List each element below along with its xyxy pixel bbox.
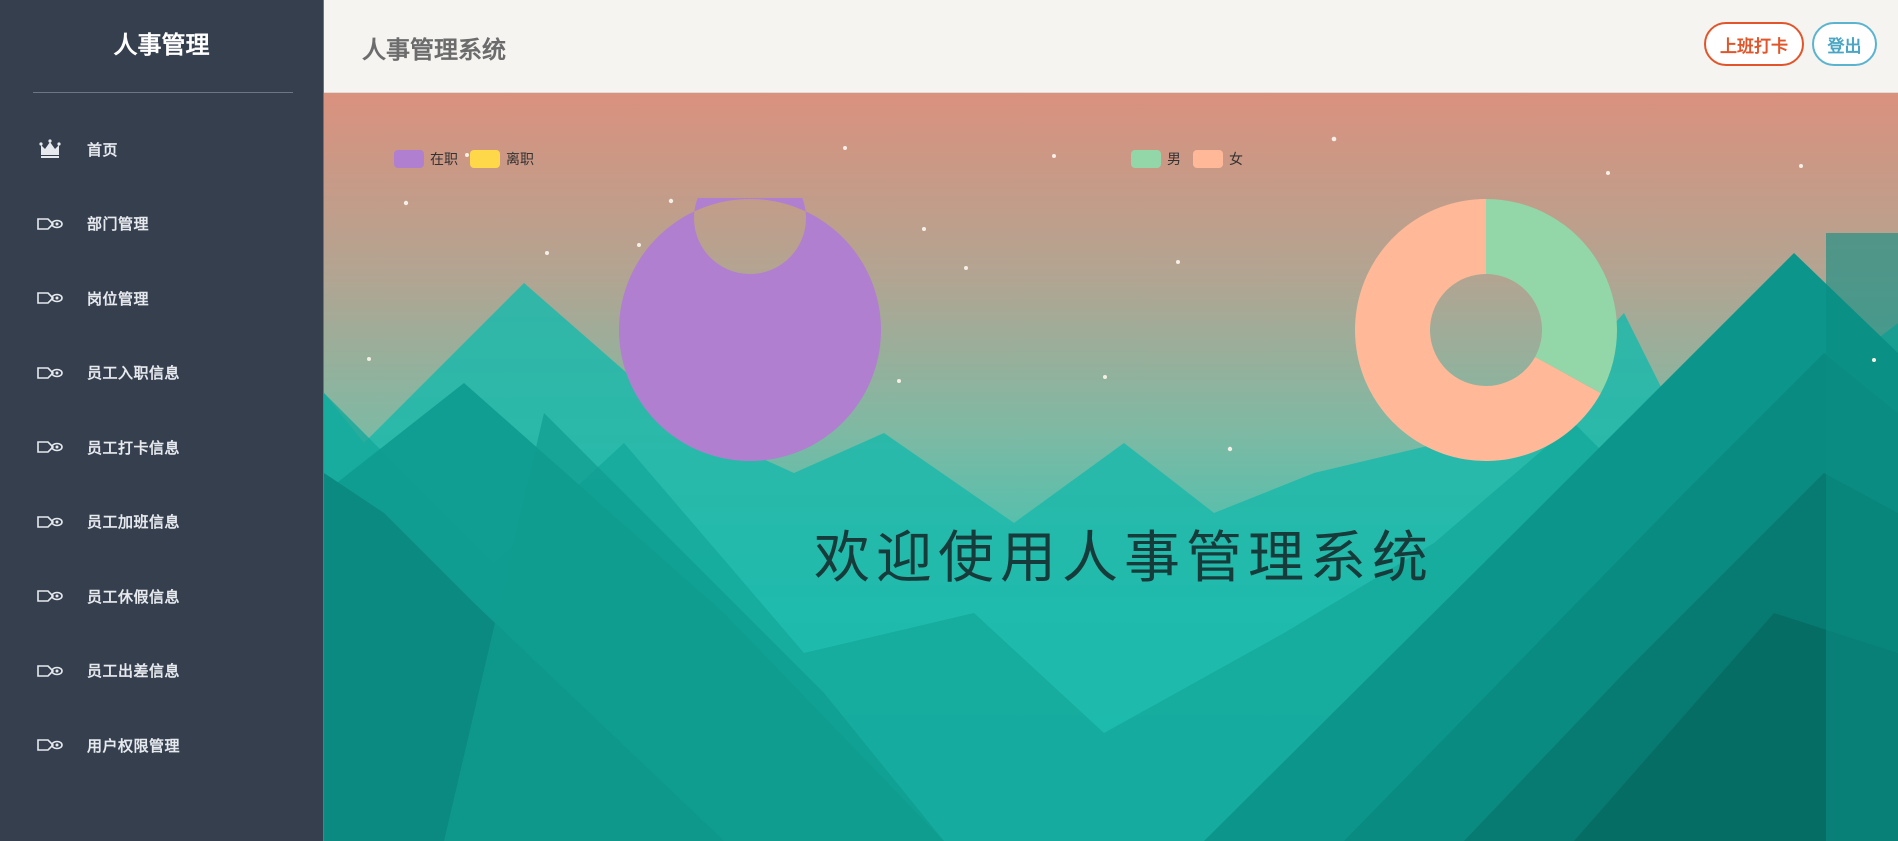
sidebar-item-position[interactable]: 岗位管理 <box>0 261 323 336</box>
chart-2-legend: 男 女 <box>1131 149 1255 169</box>
main-content: 在职 离职 男 女 欢迎使用人事管理系统 <box>324 93 1898 841</box>
top-header: 人事管理系统 上班打卡 登出 <box>324 0 1898 93</box>
sidebar-item-label: 员工加班信息 <box>87 514 181 532</box>
legend-swatch <box>394 150 424 168</box>
legend-item-female[interactable]: 女 <box>1193 149 1243 169</box>
legend-label: 女 <box>1229 151 1243 167</box>
sidebar-item-label: 员工入职信息 <box>87 365 181 383</box>
arrow-eye-icon <box>35 588 65 604</box>
sidebar-item-label: 首页 <box>87 141 119 159</box>
sidebar-item-onboarding[interactable]: 员工入职信息 <box>0 336 323 411</box>
page-title: 人事管理系统 <box>362 37 506 64</box>
legend-label: 离职 <box>506 151 534 167</box>
sidebar-item-label: 员工休假信息 <box>87 588 181 606</box>
sidebar-item-label: 岗位管理 <box>87 290 150 308</box>
arrow-eye-icon <box>35 365 65 381</box>
gender-donut <box>1355 199 1617 461</box>
legend-swatch <box>1193 150 1223 168</box>
clock-in-button[interactable]: 上班打卡 <box>1704 22 1804 66</box>
arrow-eye-icon <box>35 514 65 530</box>
sidebar-nav: 首页 部门管理 岗位管理 员工入职信息 员工打卡信息 员工加班信息 员工休假信息… <box>0 112 323 783</box>
sidebar-item-department[interactable]: 部门管理 <box>0 187 323 262</box>
sidebar-item-label: 用户权限管理 <box>87 737 181 755</box>
legend-swatch <box>470 150 500 168</box>
sidebar-item-leave[interactable]: 员工休假信息 <box>0 559 323 634</box>
legend-label: 在职 <box>430 151 458 167</box>
arrow-eye-icon <box>35 290 65 306</box>
sidebar-brand: 人事管理 <box>113 32 210 59</box>
sidebar: 人事管理 首页 部门管理 岗位管理 员工入职信息 员工打卡信息 员工加班信息 员… <box>0 0 324 841</box>
welcome-message: 欢迎使用人事管理系统 <box>814 526 1434 591</box>
legend-swatch <box>1131 150 1161 168</box>
logout-button[interactable]: 登出 <box>1812 22 1877 66</box>
legend-label: 男 <box>1167 151 1181 167</box>
legend-item-male[interactable]: 男 <box>1131 149 1181 169</box>
sidebar-item-label: 员工出差信息 <box>87 663 181 681</box>
donut-slice-0[interactable] <box>1486 199 1617 394</box>
crown-icon <box>35 137 65 161</box>
sidebar-divider <box>33 92 293 93</box>
legend-item-active[interactable]: 在职 <box>394 149 458 169</box>
arrow-eye-icon <box>35 663 65 679</box>
arrow-eye-icon <box>35 737 65 753</box>
mountain-background <box>324 93 1898 841</box>
donut-slice-0[interactable] <box>619 198 881 461</box>
sidebar-item-attendance[interactable]: 员工打卡信息 <box>0 410 323 485</box>
sidebar-item-business-trip[interactable]: 员工出差信息 <box>0 634 323 709</box>
arrow-eye-icon <box>35 439 65 455</box>
sidebar-item-label: 员工打卡信息 <box>87 439 181 457</box>
sidebar-item-permissions[interactable]: 用户权限管理 <box>0 708 323 783</box>
legend-item-resigned[interactable]: 离职 <box>470 149 534 169</box>
chart-1-legend: 在职 离职 <box>394 149 546 169</box>
arrow-eye-icon <box>35 216 65 232</box>
employment-status-donut <box>619 198 881 461</box>
sidebar-item-home[interactable]: 首页 <box>0 112 323 187</box>
sidebar-item-overtime[interactable]: 员工加班信息 <box>0 485 323 560</box>
sidebar-item-label: 部门管理 <box>87 216 150 234</box>
